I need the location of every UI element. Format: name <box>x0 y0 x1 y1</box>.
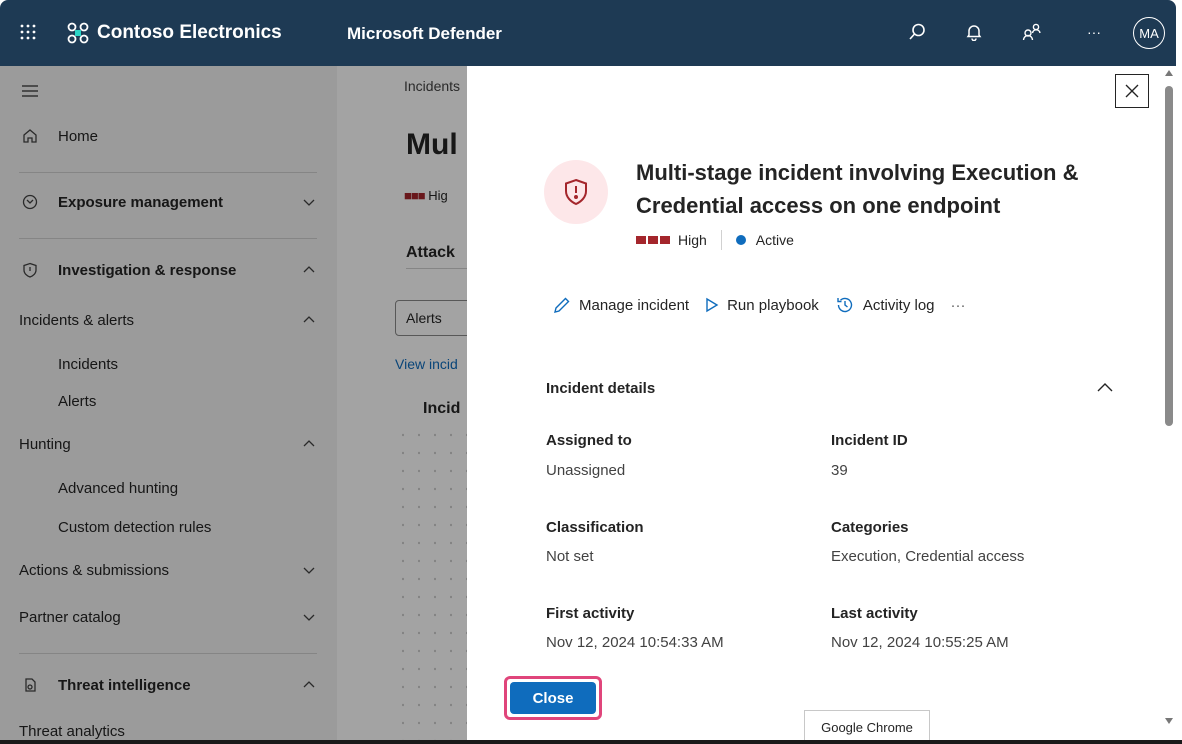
close-icon <box>1125 84 1139 98</box>
close-button[interactable]: Close <box>510 682 596 714</box>
search-icon[interactable] <box>905 20 929 44</box>
close-panel-button[interactable] <box>1115 74 1149 108</box>
categories-value: Execution, Credential access <box>831 548 1025 565</box>
pencil-icon <box>554 297 570 313</box>
more-actions-button[interactable]: ··· <box>951 297 966 314</box>
first-activity-value: Nov 12, 2024 10:54:33 AM <box>546 634 724 651</box>
scroll-down-arrow-icon[interactable] <box>1165 718 1173 724</box>
incident-status-row: High Active <box>636 230 794 250</box>
classification-label: Classification <box>546 519 644 536</box>
org-logo-icon <box>66 21 90 45</box>
incident-title: Multi-stage incident involving Execution… <box>636 160 1079 218</box>
play-icon <box>706 297 719 313</box>
community-icon[interactable] <box>1020 20 1044 44</box>
top-bar: Contoso Electronics Microsoft Defender ·… <box>0 0 1176 66</box>
scrollbar-thumb[interactable] <box>1165 86 1173 426</box>
scroll-up-arrow-icon[interactable] <box>1165 70 1173 76</box>
last-activity-value: Nov 12, 2024 10:55:25 AM <box>831 634 1009 651</box>
assigned-to-label: Assigned to <box>546 432 632 449</box>
avatar[interactable]: MA <box>1133 17 1165 49</box>
app-launcher-icon[interactable] <box>20 24 36 45</box>
assigned-to-value: Unassigned <box>546 462 626 479</box>
severity-label: High <box>678 232 707 248</box>
action-bar: Manage incident Run playbook Activity lo… <box>553 294 982 316</box>
incident-id-value: 39 <box>831 462 848 479</box>
manage-incident-button[interactable]: Manage incident <box>553 296 689 314</box>
categories-label: Categories <box>831 519 909 536</box>
modal-overlay[interactable] <box>0 66 467 744</box>
run-playbook-button[interactable]: Run playbook <box>705 297 819 314</box>
window-bottom-edge <box>0 740 1182 744</box>
divider <box>720 230 722 250</box>
collapse-section-button[interactable] <box>1095 378 1115 398</box>
last-activity-label: Last activity <box>831 605 918 622</box>
severity-bars-icon <box>636 236 670 244</box>
more-options-icon[interactable]: ··· <box>1082 20 1106 44</box>
first-activity-label: First activity <box>546 605 635 622</box>
org-name[interactable]: Contoso Electronics <box>97 22 282 44</box>
incident-details-panel: Multi-stage incident involving Execution… <box>467 66 1162 740</box>
notification-bell-icon[interactable] <box>962 20 986 44</box>
product-name[interactable]: Microsoft Defender <box>347 24 502 44</box>
status-dot-icon <box>735 235 746 245</box>
tooltip: Google Chrome <box>804 710 930 744</box>
classification-value: Not set <box>546 548 594 565</box>
status-label: Active <box>755 232 794 248</box>
activity-log-button[interactable]: Activity log <box>835 295 935 315</box>
close-button-highlight: Close <box>504 676 602 720</box>
scrollbar[interactable] <box>1162 66 1176 740</box>
chevron-up-icon <box>1097 383 1113 392</box>
history-icon <box>837 297 852 313</box>
section-title: Incident details <box>546 380 656 397</box>
incident-id-label: Incident ID <box>831 432 908 449</box>
incident-shield-icon <box>544 160 608 224</box>
